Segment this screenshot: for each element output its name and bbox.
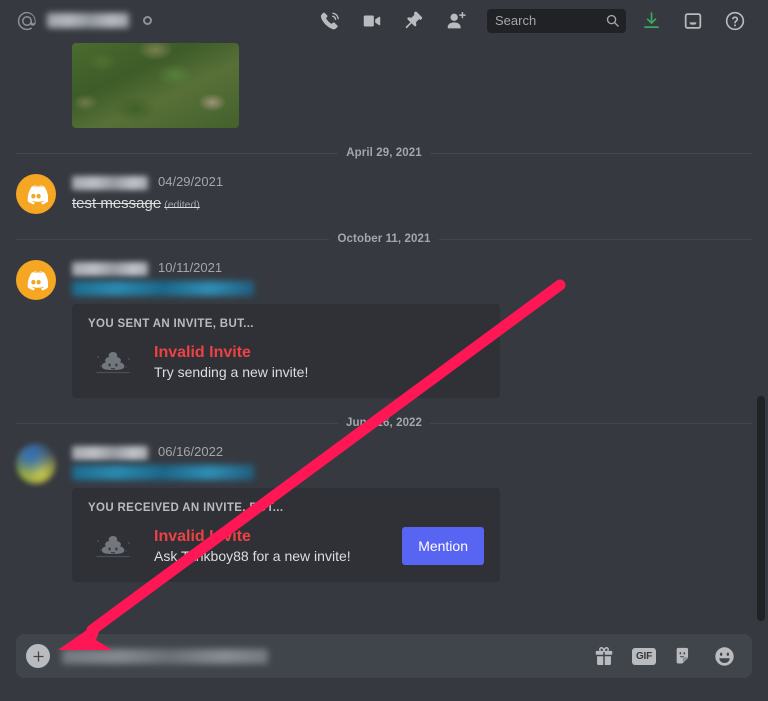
message-header: 06/16/2022 (72, 444, 752, 461)
attach-plus-icon[interactable] (26, 644, 50, 668)
search-input[interactable]: Search (487, 8, 626, 33)
message-scrollbar-track[interactable] (752, 41, 768, 628)
invalid-invite-subtitle: Ask Tankboy88 for a new invite! (154, 548, 351, 565)
divider-line (438, 238, 752, 240)
divider-line (16, 238, 330, 240)
date-divider-label: June 16, 2022 (345, 417, 423, 429)
search-icon (605, 13, 620, 28)
message-author[interactable] (72, 175, 148, 190)
date-divider: April 29, 2021 (16, 146, 752, 160)
message-composer[interactable]: GIF (16, 634, 752, 678)
emoji-icon[interactable] (712, 644, 736, 668)
message-link[interactable] (72, 281, 254, 296)
message-timestamp: 10/11/2021 (158, 260, 223, 275)
at-icon (16, 10, 38, 32)
message-input-placeholder[interactable] (62, 648, 268, 664)
invalid-invite-title: Invalid Invite (154, 344, 251, 361)
pin-icon[interactable] (402, 9, 426, 33)
gift-icon[interactable] (592, 644, 616, 668)
message-text: test message (edited) (72, 194, 752, 214)
edited-label: (edited) (164, 199, 200, 211)
embed-info: Invalid Invite Try sending a new invite! (154, 343, 484, 381)
mention-button[interactable]: Mention (402, 527, 484, 565)
message-item[interactable]: 06/16/2022 YOU RECEIVED AN INVITE, BUT..… (0, 430, 768, 582)
invite-embed: YOU RECEIVED AN INVITE, BUT... Invalid I… (72, 488, 500, 582)
embed-row: Invalid Invite Try sending a new invite! (88, 342, 484, 382)
invalid-invite-title: Invalid Invite (154, 528, 251, 545)
composer-container: GIF (0, 628, 768, 701)
message-item[interactable]: 10/11/2021 YOU SENT AN INVITE, BUT... In… (0, 246, 768, 398)
gif-icon[interactable]: GIF (632, 644, 656, 668)
avatar[interactable] (16, 260, 56, 300)
embed-title: YOU RECEIVED AN INVITE, BUT... (88, 502, 284, 514)
date-divider: June 16, 2022 (16, 416, 753, 430)
message-link[interactable] (72, 465, 254, 480)
divider-line (430, 422, 753, 424)
date-divider-label: October 11, 2021 (337, 233, 431, 245)
message-author[interactable] (72, 261, 148, 276)
date-divider-label: April 29, 2021 (346, 147, 422, 159)
message-body: 10/11/2021 YOU SENT AN INVITE, BUT... In… (72, 260, 752, 398)
embed-title: YOU SENT AN INVITE, BUT... (88, 318, 254, 330)
invalid-invite-poop-icon (88, 526, 138, 566)
invite-embed: YOU SENT AN INVITE, BUT... Invalid Invit… (72, 304, 500, 398)
message-author[interactable] (72, 445, 148, 460)
inbox-download-icon[interactable] (639, 9, 663, 33)
status-indicator-icon (143, 16, 152, 25)
dm-recipient-name (47, 13, 129, 28)
gif-label: GIF (632, 647, 656, 665)
discord-dm-window: Search April 29, 2021 04/29/2021 test me… (0, 0, 768, 701)
embed-row: Invalid Invite Ask Tankboy88 for a new i… (88, 526, 484, 566)
embed-info: Invalid Invite Ask Tankboy88 for a new i… (154, 527, 390, 565)
avatar[interactable] (16, 444, 56, 484)
divider-line (429, 152, 752, 154)
search-placeholder: Search (495, 13, 537, 28)
message-scrollbar-thumb[interactable] (757, 396, 765, 621)
avatar[interactable] (16, 174, 56, 214)
message-item[interactable]: 04/29/2021 test message (edited) (0, 160, 768, 214)
message-text-content: test message (72, 195, 162, 212)
attachment-image[interactable] (72, 43, 239, 128)
channel-header: Search (0, 0, 768, 41)
invalid-invite-poop-icon (88, 342, 138, 382)
sticker-icon[interactable] (672, 644, 696, 668)
divider-line (16, 422, 338, 424)
invalid-invite-subtitle: Try sending a new invite! (154, 364, 309, 381)
message-body: 06/16/2022 YOU RECEIVED AN INVITE, BUT..… (72, 444, 752, 582)
message-header: 10/11/2021 (72, 260, 752, 277)
add-friend-icon[interactable] (444, 9, 468, 33)
divider-line (16, 152, 339, 154)
message-list[interactable]: April 29, 2021 04/29/2021 test message (e… (0, 41, 768, 628)
message-body: 04/29/2021 test message (edited) (72, 174, 752, 214)
help-icon[interactable] (723, 9, 747, 33)
inbox-icon[interactable] (681, 9, 705, 33)
message-header: 04/29/2021 (72, 174, 752, 191)
date-divider: October 11, 2021 (16, 232, 752, 246)
message-timestamp: 04/29/2021 (158, 174, 224, 189)
message-timestamp: 06/16/2022 (158, 444, 224, 459)
video-call-icon[interactable] (360, 9, 384, 33)
voice-call-icon[interactable] (318, 9, 342, 33)
